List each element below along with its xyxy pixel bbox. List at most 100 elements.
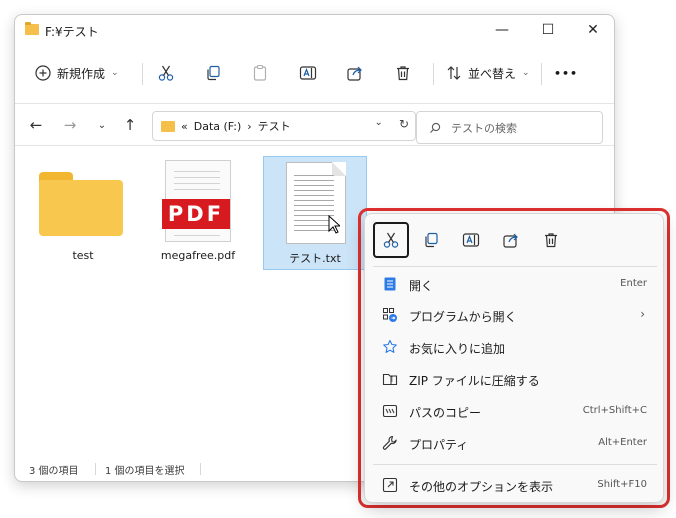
menu-item-open-with[interactable]: プログラムから開く › xyxy=(369,300,661,330)
wrench-icon xyxy=(381,434,399,452)
share-icon xyxy=(346,64,364,82)
delete-button[interactable] xyxy=(394,59,412,87)
menu-item-shortcut: Alt+Enter xyxy=(598,437,647,448)
menu-item-label: プロパティ xyxy=(409,438,469,452)
menu-item-label: その他のオプションを表示 xyxy=(409,480,554,494)
folder-icon xyxy=(39,172,123,236)
copy-path-icon xyxy=(381,402,399,420)
context-rename-button[interactable] xyxy=(453,222,489,258)
file-name: test xyxy=(72,249,94,262)
menu-item-label: お気に入りに追加 xyxy=(409,342,506,356)
copy-button[interactable] xyxy=(204,59,222,87)
share-icon xyxy=(502,231,520,249)
menu-item-open[interactable]: 開く Enter xyxy=(369,269,661,299)
breadcrumb-drive[interactable]: Data (F:) xyxy=(194,120,242,133)
scissors-icon xyxy=(157,64,175,82)
trash-icon xyxy=(394,64,412,82)
status-divider xyxy=(95,463,96,475)
pdf-badge: PDF xyxy=(162,199,230,229)
close-button[interactable]: ✕ xyxy=(570,15,614,45)
sort-icon xyxy=(446,65,462,81)
menu-item-add-favorite[interactable]: お気に入りに追加 xyxy=(369,332,661,362)
forward-button[interactable]: → xyxy=(58,114,82,136)
new-button[interactable]: 新規作成 ⌄ xyxy=(35,59,119,87)
toolbar-divider xyxy=(433,63,434,85)
up-button[interactable]: ↑ xyxy=(118,114,142,136)
minimize-button[interactable]: — xyxy=(479,15,525,45)
menu-divider xyxy=(373,266,657,267)
toolbar-divider xyxy=(142,63,143,85)
file-item-test-txt[interactable]: テスト.txt xyxy=(263,156,367,270)
file-item-test[interactable]: test xyxy=(31,156,135,270)
chevron-down-icon: ⌄ xyxy=(522,68,530,78)
file-name: megafree.pdf xyxy=(160,249,236,262)
search-icon xyxy=(429,122,441,134)
breadcrumb-separator: › xyxy=(247,119,252,133)
see-more-button[interactable]: ••• xyxy=(554,59,578,87)
copy-icon xyxy=(204,64,222,82)
chevron-down-icon: ⌄ xyxy=(111,68,119,78)
breadcrumb-folder[interactable]: テスト xyxy=(258,118,291,134)
menu-divider xyxy=(373,464,657,465)
menu-item-label: 開く xyxy=(409,279,434,293)
menu-item-more-options[interactable]: その他のオプションを表示 Shift+F10 xyxy=(369,470,661,500)
pdf-icon: PDF xyxy=(162,160,231,242)
menu-item-properties[interactable]: プロパティ Alt+Enter xyxy=(369,428,661,458)
rename-button[interactable] xyxy=(299,59,317,87)
trash-icon xyxy=(542,231,560,249)
item-count: 3 個の項目 xyxy=(29,466,79,477)
address-row: ← → ⌄ ↑ « Data (F:) › テスト ⌄ ↻ テストの検索 xyxy=(15,103,614,144)
copy-icon xyxy=(422,231,440,249)
address-bar[interactable]: « Data (F:) › テスト ⌄ ↻ xyxy=(152,111,416,141)
rename-icon xyxy=(299,64,317,82)
sort-label: 並べ替え xyxy=(468,66,517,81)
menu-item-copy-path[interactable]: パスのコピー Ctrl+Shift+C xyxy=(369,396,661,426)
menu-item-shortcut: Ctrl+Shift+C xyxy=(582,405,647,416)
mouse-cursor-icon xyxy=(328,215,340,234)
rename-icon xyxy=(462,231,480,249)
recent-locations-button[interactable]: ⌄ xyxy=(90,114,114,136)
clipboard-icon xyxy=(251,64,269,82)
menu-item-label: プログラムから開く xyxy=(409,310,517,324)
refresh-icon[interactable]: ↻ xyxy=(399,117,409,131)
search-input[interactable]: テストの検索 xyxy=(416,111,603,144)
menu-item-label: パスのコピー xyxy=(409,406,482,420)
title-bar[interactable]: F:¥テスト — ☐ ✕ xyxy=(15,15,614,45)
breadcrumb-overflow[interactable]: « xyxy=(181,120,188,133)
context-cut-button[interactable] xyxy=(373,222,409,258)
folder-icon xyxy=(25,22,39,35)
star-icon xyxy=(381,338,399,356)
add-icon xyxy=(35,65,51,81)
selection-count: 1 個の項目を選択 xyxy=(105,466,185,477)
menu-item-label: ZIP ファイルに圧縮する xyxy=(409,374,540,388)
context-delete-button[interactable] xyxy=(533,222,569,258)
context-copy-button[interactable] xyxy=(413,222,449,258)
maximize-button[interactable]: ☐ xyxy=(525,15,571,45)
share-button[interactable] xyxy=(346,59,364,87)
notepad-icon xyxy=(381,275,399,293)
menu-item-shortcut: Enter xyxy=(620,278,647,289)
zip-icon xyxy=(381,370,399,388)
command-bar: 新規作成 ⌄ 並べ替え ⌄ ••• xyxy=(15,55,614,91)
menu-item-compress-zip[interactable]: ZIP ファイルに圧縮する xyxy=(369,364,661,394)
chevron-down-icon[interactable]: ⌄ xyxy=(375,117,383,131)
back-button[interactable]: ← xyxy=(24,114,48,136)
file-item-megafree-pdf[interactable]: PDF megafree.pdf xyxy=(146,156,250,270)
toolbar-divider xyxy=(541,63,542,85)
status-divider xyxy=(200,463,201,475)
file-name: テスト.txt xyxy=(289,252,341,265)
context-quick-actions xyxy=(373,222,569,258)
search-placeholder: テストの検索 xyxy=(451,121,517,135)
cut-button[interactable] xyxy=(157,59,175,87)
sort-button[interactable]: 並べ替え ⌄ xyxy=(446,59,530,87)
window-title: F:¥テスト xyxy=(45,25,99,39)
more-options-icon xyxy=(381,476,399,494)
chevron-right-icon: › xyxy=(640,307,645,321)
menu-item-shortcut: Shift+F10 xyxy=(597,479,647,490)
paste-button[interactable] xyxy=(251,59,269,87)
context-share-button[interactable] xyxy=(493,222,529,258)
new-label: 新規作成 xyxy=(57,66,106,81)
folder-icon xyxy=(161,120,175,132)
context-menu: 開く Enter プログラムから開く › お気に入りに追加 ZIP ファイルに圧… xyxy=(364,213,664,503)
open-with-icon xyxy=(381,306,399,324)
